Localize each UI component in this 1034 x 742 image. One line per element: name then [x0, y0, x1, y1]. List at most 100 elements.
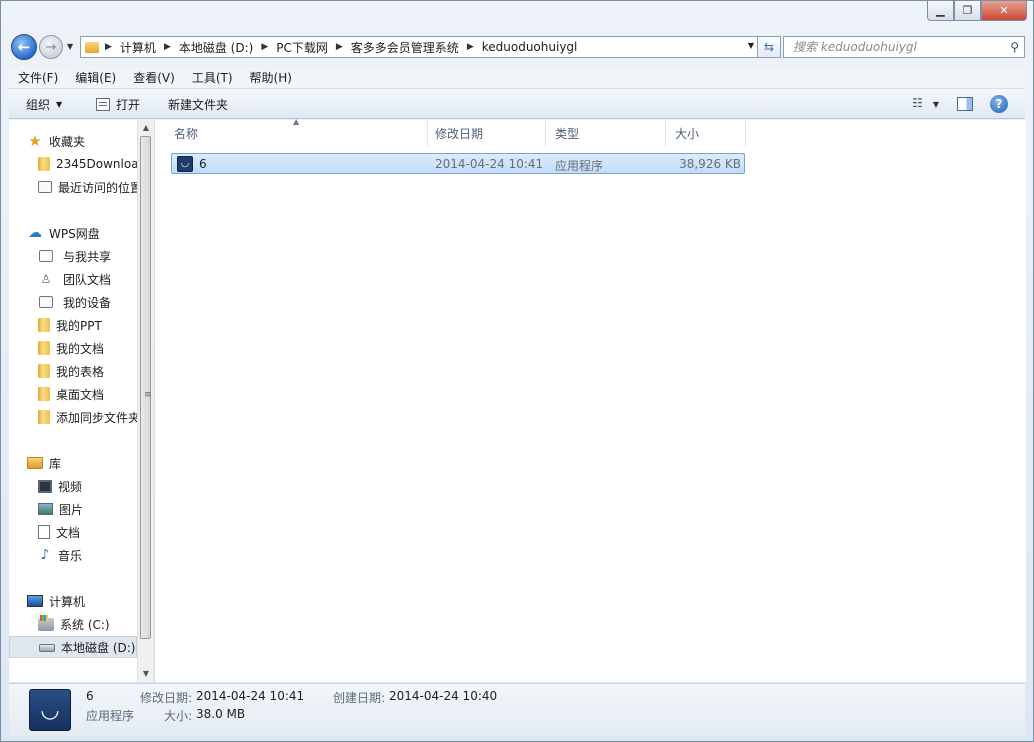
organize-button[interactable]: 组织 ▼: [26, 96, 62, 113]
address-bar[interactable]: ▶ 计算机 ▶ 本地磁盘 (D:) ▶ PC下载网 ▶ 客多多会员管理系统 ▶ …: [80, 36, 760, 58]
shared-icon: [39, 250, 53, 262]
close-button[interactable]: ✕: [981, 1, 1027, 21]
sidebar-item-label: 团队文档: [63, 272, 112, 287]
navigation-bar: ← → ▼ ▶ 计算机 ▶ 本地磁盘 (D:) ▶ PC下载网 ▶ 客多多会员管…: [9, 33, 1025, 61]
change-view-button[interactable]: ☷ ▼: [912, 96, 939, 110]
breadcrumb-drive-d[interactable]: 本地磁盘 (D:): [179, 39, 253, 56]
sidebar-item[interactable]: 图片: [9, 498, 137, 520]
menu-tools[interactable]: 工具(T): [183, 69, 241, 86]
recent-places-icon: [38, 181, 52, 193]
breadcrumb-computer[interactable]: 计算机: [120, 39, 156, 56]
search-placeholder: 搜索 keduoduohuiygl: [793, 40, 917, 54]
sidebar-item-label: 我的文档: [56, 341, 105, 356]
details-modified-label: 修改日期:: [140, 691, 193, 705]
drive-icon: [39, 644, 55, 652]
back-button[interactable]: ←: [11, 34, 37, 60]
details-created-value: 2014-04-24 10:40: [389, 689, 498, 703]
sidebar-item-label: 文档: [56, 525, 81, 540]
search-input[interactable]: 搜索 keduoduohuiygl ⚲: [783, 36, 1025, 58]
scroll-down-icon[interactable]: ▼: [138, 666, 154, 682]
column-header-modified[interactable]: 修改日期: [426, 120, 546, 146]
file-row[interactable]: ◡ 6 2014-04-24 10:41 应用程序 38,926 KB: [171, 153, 745, 174]
music-icon: ♪: [40, 547, 50, 563]
star-icon: ★: [28, 132, 42, 150]
folder-icon: [38, 387, 50, 401]
sidebar-item[interactable]: 添加同步文件夹: [9, 406, 137, 428]
organize-label: 组织: [26, 98, 51, 112]
forward-button[interactable]: →: [39, 35, 63, 59]
breadcrumb-separator-icon[interactable]: ▶: [164, 42, 171, 52]
open-button[interactable]: 打开: [96, 96, 140, 113]
column-header-type[interactable]: 类型: [546, 120, 666, 146]
device-icon: [39, 296, 53, 308]
menu-help[interactable]: 帮助(H): [241, 69, 300, 86]
file-list: ▲ 名称 修改日期 类型 大小 ◡ 6 2014-04-24 10:41 应用程…: [154, 117, 1026, 682]
column-header-size[interactable]: 大小: [666, 120, 746, 146]
breadcrumb-pc-download[interactable]: PC下载网: [276, 39, 328, 56]
file-size: 38,926 KB: [679, 157, 741, 171]
sidebar-item[interactable]: 与我共享: [9, 245, 137, 267]
details-size-label: 大小:: [164, 709, 193, 723]
sidebar-item[interactable]: 库: [9, 452, 137, 474]
sidebar-item[interactable]: 最近访问的位置: [9, 176, 137, 198]
recent-pages-dropdown[interactable]: ▼: [67, 42, 73, 51]
sidebar-item[interactable]: 我的设备: [9, 291, 137, 313]
sidebar-item-label: 计算机: [49, 594, 86, 609]
scrollbar-thumb[interactable]: ≡: [140, 136, 152, 639]
sidebar-item[interactable]: ☁ WPS网盘: [9, 222, 137, 244]
file-name: 6: [199, 156, 207, 171]
sidebar-item-label: 我的设备: [63, 295, 112, 310]
new-folder-button[interactable]: 新建文件夹: [168, 96, 228, 113]
chevron-down-icon: ▼: [56, 100, 63, 109]
menu-view[interactable]: 查看(V): [124, 69, 183, 86]
sidebar-item[interactable]: 我的文档: [9, 337, 137, 359]
column-header-name[interactable]: 名称: [165, 120, 428, 146]
sidebar-item-label: 图片: [59, 502, 84, 517]
sidebar-item-label: 视频: [58, 479, 83, 494]
breadcrumb-separator-icon[interactable]: ▶: [105, 42, 112, 52]
navigation-pane-scrollbar[interactable]: ▲ ≡ ▼: [137, 120, 153, 682]
breadcrumb-separator-icon[interactable]: ▶: [261, 42, 268, 52]
menu-edit[interactable]: 编辑(E): [66, 69, 124, 86]
window-controls: ▁ ❐ ✕: [927, 1, 1027, 21]
application-icon: ◡: [177, 155, 193, 172]
document-icon: [38, 525, 50, 539]
refresh-button[interactable]: ⇆: [757, 36, 781, 58]
menu-file[interactable]: 文件(F): [9, 69, 66, 86]
navigation-pane: ★ 收藏夹 2345Downloads 最近访问的位置 ☁ WPS网盘与我共享 ♙ 团队文档我…: [9, 120, 137, 682]
breadcrumb-separator-icon[interactable]: ▶: [467, 42, 474, 52]
folder-icon: [38, 364, 50, 378]
address-history-dropdown-icon[interactable]: ▼: [748, 41, 754, 50]
minimize-button[interactable]: ▁: [927, 1, 954, 21]
scroll-up-icon[interactable]: ▲: [138, 120, 154, 136]
menu-bar: 文件(F) 编辑(E) 查看(V) 工具(T) 帮助(H): [9, 67, 1025, 89]
search-icon[interactable]: ⚲: [1010, 37, 1019, 57]
sidebar-item[interactable]: 本地磁盘 (D:): [9, 636, 137, 658]
sidebar-item[interactable]: 文档: [9, 521, 137, 543]
details-pane: ◡ 6 应用程序 修改日期: 2014-04-24 10:41 大小: 38.0…: [9, 683, 1025, 736]
sidebar-item-label: 我的表格: [56, 364, 105, 379]
sidebar-item[interactable]: 计算机: [9, 590, 137, 612]
sidebar-item[interactable]: 我的表格: [9, 360, 137, 382]
preview-pane-button[interactable]: [957, 97, 973, 111]
breadcrumb-separator-icon[interactable]: ▶: [336, 42, 343, 52]
sidebar-item[interactable]: ★ 收藏夹: [9, 130, 137, 152]
details-file-type: 应用程序: [86, 709, 135, 723]
sidebar-item[interactable]: 视频: [9, 475, 137, 497]
sidebar-item[interactable]: 2345Downloads: [9, 153, 137, 175]
maximize-button[interactable]: ❐: [954, 1, 981, 21]
breadcrumb-current-folder[interactable]: keduoduohuiygl: [482, 40, 578, 54]
help-button[interactable]: ?: [990, 95, 1008, 113]
sidebar-item-label: WPS网盘: [49, 226, 100, 241]
sidebar-item[interactable]: ♪ 音乐: [9, 544, 137, 566]
sidebar-item[interactable]: ♙ 团队文档: [9, 268, 137, 290]
folder-icon: [38, 318, 50, 332]
sidebar-item[interactable]: 桌面文档: [9, 383, 137, 405]
sidebar-item[interactable]: 我的PPT: [9, 314, 137, 336]
sidebar-item[interactable]: 系统 (C:): [9, 613, 137, 635]
breadcrumb-member-system[interactable]: 客多多会员管理系统: [351, 39, 459, 56]
sidebar-item-label: 系统 (C:): [60, 617, 110, 632]
system-drive-icon: [38, 614, 54, 631]
sidebar-item-label: 2345Downloads: [56, 157, 137, 171]
application-icon: ◡: [29, 689, 71, 731]
